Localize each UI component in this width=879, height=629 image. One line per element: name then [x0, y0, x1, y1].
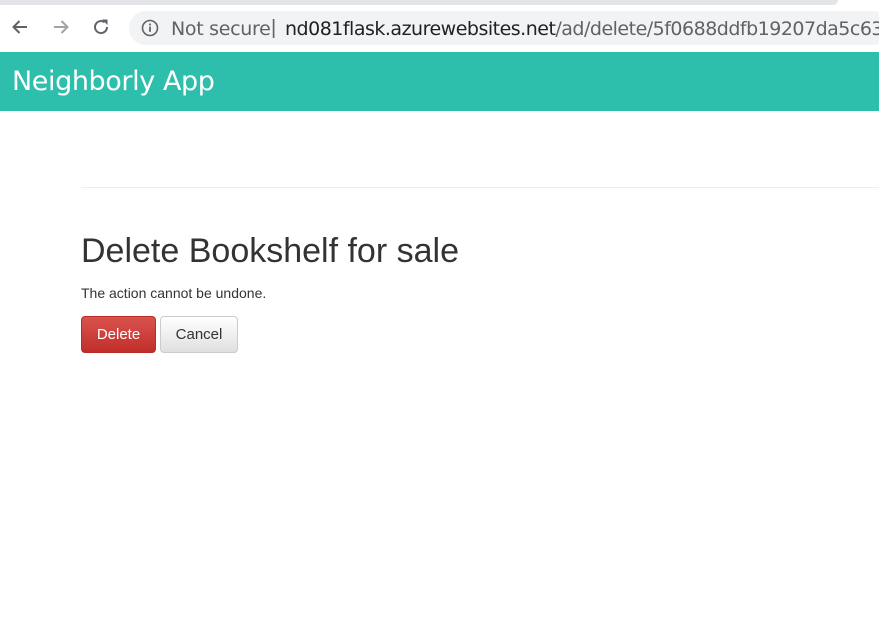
url-path: /ad/delete/5f0688ddfb19207da5c63a23 — [555, 18, 879, 40]
delete-button[interactable]: Delete — [81, 316, 156, 353]
reload-icon — [94, 19, 109, 35]
page-title: Delete Bookshelf for sale — [81, 232, 459, 270]
cancel-button[interactable]: Cancel — [160, 316, 238, 353]
info-icon[interactable] — [141, 19, 159, 37]
reload-button[interactable] — [88, 14, 114, 40]
address-bar[interactable]: Not secure | nd081flask.azurewebsites.ne… — [129, 11, 879, 45]
divider — [81, 187, 879, 188]
brand-link[interactable]: Neighborly App — [12, 66, 215, 97]
forward-arrow-icon — [54, 20, 69, 34]
tab-strip — [0, 0, 838, 5]
back-arrow-icon — [12, 20, 27, 34]
url-separator: | — [271, 17, 277, 39]
url-host: nd081flask.azurewebsites.net — [285, 18, 556, 40]
back-button[interactable] — [7, 14, 33, 40]
forward-button[interactable] — [48, 14, 74, 40]
app-navbar: Neighborly App — [0, 52, 879, 111]
warning-text: The action cannot be undone. — [81, 285, 267, 301]
url-text[interactable]: nd081flask.azurewebsites.net/ad/delete/5… — [285, 18, 879, 40]
browser-toolbar: Not secure | nd081flask.azurewebsites.ne… — [0, 0, 879, 52]
security-status: Not secure — [171, 18, 271, 40]
